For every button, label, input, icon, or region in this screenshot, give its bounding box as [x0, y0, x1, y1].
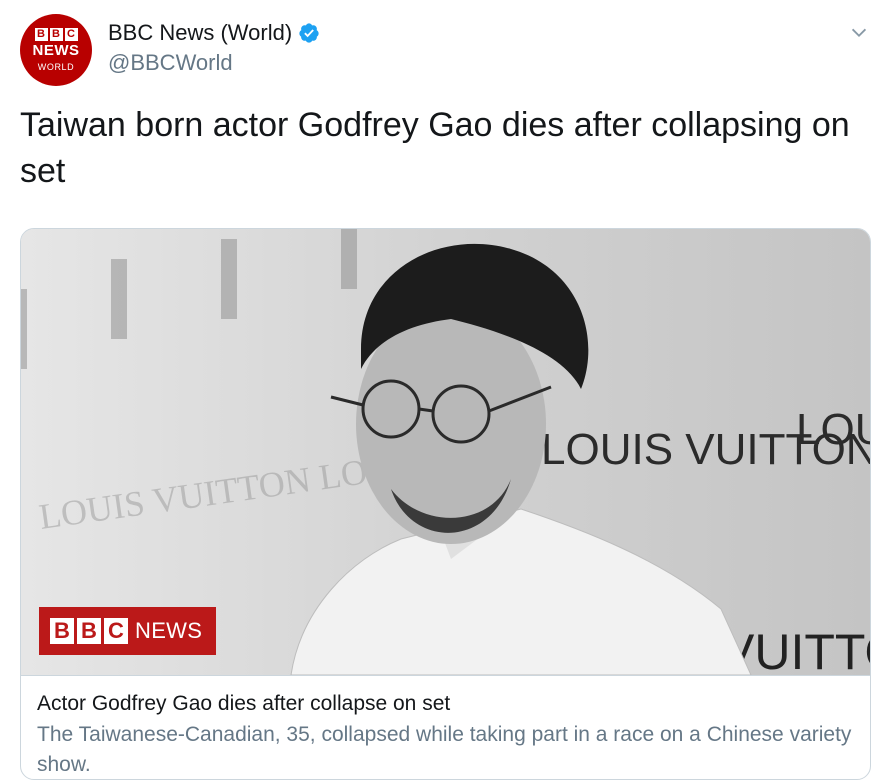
avatar-bbc-logo: B B C — [34, 28, 78, 41]
avatar-logo-letter: B — [34, 28, 48, 41]
tweet-header: B B C NEWS WORLD BBC News (World) @BBCWo… — [20, 14, 870, 86]
link-card[interactable]: LOUIS VUITTON LOU LOUIS VUITTON LOU VUIT… — [20, 228, 871, 780]
chevron-down-icon[interactable] — [848, 22, 870, 44]
author-handle[interactable]: @BBCWorld — [108, 50, 320, 76]
avatar-logo-letter: B — [49, 28, 63, 41]
card-title[interactable]: Actor Godfrey Gao dies after collapse on… — [37, 690, 856, 718]
verified-badge-icon — [299, 23, 319, 43]
bbc-logo-letter: B — [50, 618, 74, 644]
backdrop-text-right: LOU — [796, 405, 871, 454]
author-display-name[interactable]: BBC News (World) — [108, 20, 292, 46]
bbc-news-logo: B B C NEWS — [39, 607, 216, 655]
avatar-news-text: NEWS — [32, 42, 80, 59]
card-image[interactable]: LOUIS VUITTON LOU LOUIS VUITTON LOU VUIT… — [21, 229, 871, 675]
bbc-logo-news-text: NEWS — [135, 618, 203, 643]
avatar-logo-letter: C — [64, 28, 78, 41]
author-display-name-row[interactable]: BBC News (World) — [108, 20, 320, 46]
card-description: The Taiwanese-Canadian, 35, collapsed wh… — [37, 723, 852, 776]
bbc-logo-letter: B — [77, 618, 101, 644]
bbc-logo-letter: C — [104, 618, 128, 644]
avatar[interactable]: B B C NEWS WORLD — [20, 14, 92, 86]
card-body[interactable]: Actor Godfrey Gao dies after collapse on… — [21, 675, 870, 779]
tweet-text: Taiwan born actor Godfrey Gao dies after… — [20, 106, 850, 190]
avatar-world-text: WORLD — [37, 62, 75, 72]
author-names: BBC News (World) @BBCWorld — [108, 20, 320, 76]
